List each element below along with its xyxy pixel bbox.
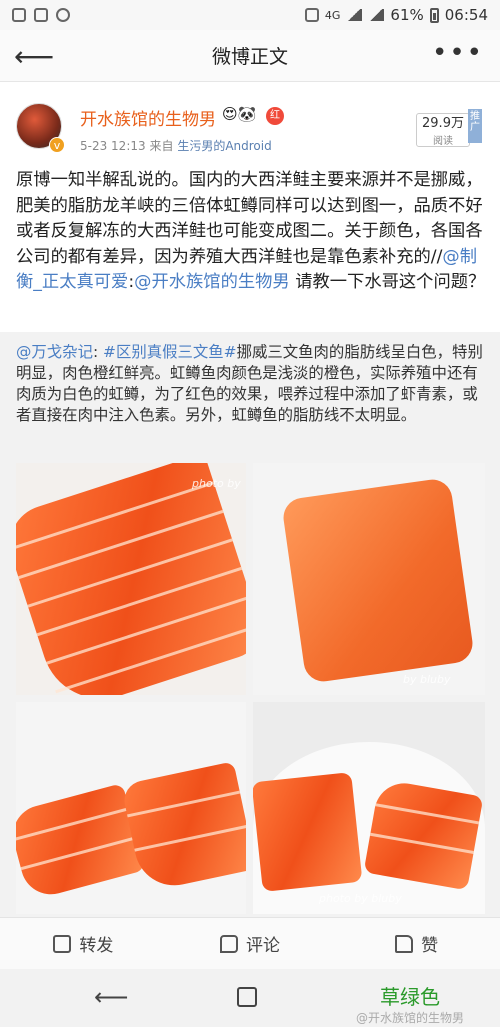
clock: 06:54 [444, 6, 488, 24]
salmon-photo-3[interactable] [16, 702, 246, 914]
retweet-card[interactable]: @万戈杂记: #区别真假三文鱼#挪威三文鱼肉的脂肪线呈白色，特别明显，肉色橙红鲜… [0, 332, 500, 917]
post-text: 原博一知半解乱说的。国内的大西洋鲑主要来源并不是挪威，肥美的脂肪龙羊峡的三倍体虹… [16, 168, 486, 296]
photo-watermark-3: photo by bluby [319, 892, 402, 905]
comment-icon [220, 934, 238, 953]
mention-link-author[interactable]: @开水族馆的生物男 [134, 272, 290, 292]
salmon-piece-2 [363, 778, 484, 891]
green-color-label: 草绿色 [380, 985, 440, 1009]
hashtag-link[interactable]: #区别真假三文鱼# [103, 343, 237, 361]
salmon-fillet [16, 463, 246, 695]
status-icons-left [12, 8, 70, 22]
promote-tag[interactable]: 推广 [468, 109, 482, 143]
salmon-slice-2 [120, 761, 246, 893]
comment-button[interactable]: 评论 [167, 918, 334, 969]
nav-bar: ⟵ 微博正文 ••• [0, 30, 500, 82]
read-count-box: 29.9万 阅读 [416, 113, 470, 147]
verified-badge: v [49, 137, 65, 153]
system-back-icon[interactable]: ⟵ [94, 983, 128, 1011]
read-count: 29.9万 [422, 116, 464, 131]
sync-icon [56, 8, 70, 22]
repost-label: 转发 [79, 936, 114, 956]
back-arrow-icon[interactable]: ⟵ [14, 40, 54, 73]
salmon-photo-1[interactable]: photo by [16, 463, 246, 695]
retweet-colon: : [92, 343, 104, 361]
more-options-icon[interactable]: ••• [432, 38, 484, 68]
repost-button[interactable]: 转发 [0, 918, 167, 969]
salmon-photo-2[interactable]: by bluby [253, 463, 485, 695]
signal-icon-2 [368, 9, 385, 21]
retweet-text: @万戈杂记: #区别真假三文鱼#挪威三文鱼肉的脂肪线呈白色，特别明显，肉色橙红鲜… [16, 342, 486, 426]
source-label: 来自 [149, 139, 174, 153]
retweet-author-link[interactable]: @万戈杂记 [16, 343, 93, 361]
photo-watermark-2: by bluby [403, 673, 451, 686]
post-body: 原博一知半解乱说的。国内的大西洋鲑主要来源并不是挪威，肥美的脂肪龙羊峡的三倍体虹… [16, 170, 483, 267]
post-tail: 请教一下水哥这个问题？ [289, 272, 486, 293]
gallery-icon [12, 8, 26, 22]
red-badge-icon: 红 [266, 107, 284, 125]
battery-percent: 61% [390, 6, 424, 24]
weibo-watermark: @开水族馆的生物男 [356, 1011, 465, 1025]
post-date: 5-23 12:13 [80, 139, 146, 153]
status-icons-right: 4G 61% 06:54 [304, 6, 488, 24]
system-home-icon[interactable] [237, 987, 257, 1007]
action-bar: 转发 评论 赞 [0, 917, 500, 969]
salmon-piece [253, 772, 363, 892]
like-button[interactable]: 赞 [333, 918, 500, 969]
author-name[interactable]: 开水族馆的生物男 [80, 105, 216, 130]
page-title: 微博正文 [211, 46, 288, 68]
salmon-photo-4[interactable]: photo by bluby [253, 702, 485, 914]
status-bar: 4G 61% 06:54 [0, 0, 500, 30]
read-label: 阅读 [433, 136, 453, 147]
notification-icon [34, 8, 48, 22]
system-nav-bar: ⟵ 草绿色 @开水族馆的生物男 [0, 969, 500, 1027]
alarm-icon [304, 8, 319, 22]
network-type: 4G [324, 8, 341, 22]
post-header: v 开水族馆的生物男 😍🐼 红 5-23 12:13 来自 生污男的Androi… [0, 95, 500, 157]
post-source[interactable]: 生污男的Android [177, 139, 271, 153]
post-meta: 5-23 12:13 来自 生污男的Android [80, 137, 272, 154]
signal-icon [346, 9, 363, 21]
repost-icon [53, 934, 72, 953]
like-label: 赞 [421, 936, 439, 956]
comment-label: 评论 [246, 936, 280, 956]
photo-watermark: photo by [192, 477, 241, 490]
salmon-block [280, 477, 476, 684]
author-emoji-badges: 😍🐼 [222, 105, 257, 123]
battery-icon [429, 7, 439, 23]
thumbs-up-icon [395, 934, 414, 953]
